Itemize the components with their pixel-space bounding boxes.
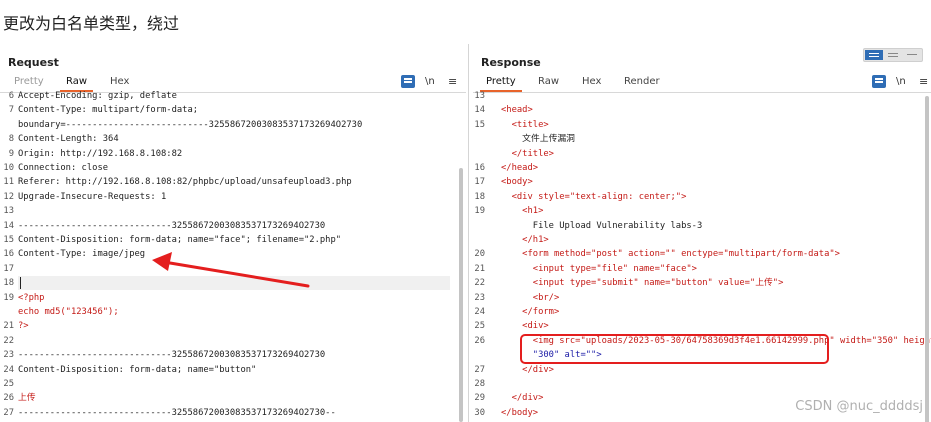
response-code-line: 28 xyxy=(473,377,501,391)
line-number: 19 xyxy=(474,206,485,217)
response-code-line: 24 </form> xyxy=(473,305,559,319)
code-text: </h1> xyxy=(501,235,549,245)
annotation-arrow xyxy=(152,252,310,288)
response-menu-icon[interactable]: ≡ xyxy=(919,75,928,88)
response-code-line: 25 <div> xyxy=(473,319,549,333)
response-format-icon[interactable] xyxy=(872,75,886,88)
line-number: 16 xyxy=(474,163,485,173)
code-text: 文件上传漏洞 xyxy=(501,134,575,145)
line-number: 29 xyxy=(474,393,485,404)
code-text: </div> xyxy=(501,364,554,375)
code-text: <body> xyxy=(501,177,533,188)
line-number: 25 xyxy=(474,321,485,332)
response-code-line: </title> xyxy=(473,147,554,161)
response-code-line: 18 <div style="text-align: center;"> xyxy=(473,190,686,204)
response-newline-toggle[interactable]: \n xyxy=(896,76,906,87)
response-code-line: 13 xyxy=(473,89,501,103)
line-number: 17 xyxy=(474,177,485,188)
response-code-line: 21 <input type="file" name="face"> xyxy=(473,262,697,276)
line-number: 21 xyxy=(474,263,485,274)
response-code-line: 23 <br/> xyxy=(473,291,559,305)
response-code-line: 22 <input type="submit" name="button" va… xyxy=(473,276,783,290)
code-text: <div> xyxy=(501,321,549,332)
code-text: <input type="file" name="face"> xyxy=(501,263,697,274)
code-text: </head> xyxy=(501,163,539,173)
code-text: File Upload Vulnerability labs-3 xyxy=(501,220,703,231)
code-text: <head> xyxy=(501,105,533,116)
code-text: </form> xyxy=(501,307,560,317)
line-number: 13 xyxy=(474,91,485,101)
code-text: </title> xyxy=(501,148,554,159)
response-code-line: 14 <head> xyxy=(473,103,533,117)
highlight-box xyxy=(520,334,829,364)
request-panel: Request Pretty Raw Hex \n ≡ 6 Accept-Enco… xyxy=(0,44,466,422)
response-code-line: 20 <form method="post" action="" enctype… xyxy=(473,247,840,261)
response-code-line: 19 <h1> xyxy=(473,204,543,218)
line-number: 23 xyxy=(474,292,485,303)
response-code-line: 文件上传漏洞 xyxy=(473,132,575,146)
response-scrollbar[interactable] xyxy=(925,96,929,422)
layout-single-icon[interactable] xyxy=(903,50,921,60)
line-number: 28 xyxy=(474,379,485,389)
response-code-line: 16 </head> xyxy=(473,161,538,175)
response-code-line: File Upload Vulnerability labs-3 xyxy=(473,219,703,233)
watermark: CSDN @nuc_ddddsj xyxy=(795,399,923,414)
response-tab-hex[interactable]: Hex xyxy=(582,76,601,87)
line-number: 22 xyxy=(474,278,485,289)
code-text: <input type="submit" name="button" value… xyxy=(501,278,784,289)
code-text: </div> xyxy=(501,393,544,404)
code-text: <h1> xyxy=(501,206,544,217)
response-title: Response xyxy=(481,56,541,69)
response-code-line: 17 <body> xyxy=(473,175,533,189)
response-tab-pretty[interactable]: Pretty xyxy=(480,76,522,92)
code-text: </body> xyxy=(501,407,539,418)
code-text: <form method="post" action="" enctype="m… xyxy=(501,249,840,260)
response-panel: Response Pretty Raw Hex Render \n ≡ 13 14… xyxy=(473,44,931,422)
line-number: 27 xyxy=(474,364,485,375)
line-number: 15 xyxy=(474,119,485,130)
line-number: 24 xyxy=(474,307,485,317)
layout-stacked-icon[interactable] xyxy=(884,50,902,60)
response-code-line: 30 </body> xyxy=(473,406,538,420)
caption-text: 更改为白名单类型，绕过 xyxy=(3,14,180,33)
line-number: 30 xyxy=(474,407,485,418)
response-code-line: 15 <title> xyxy=(473,118,549,132)
response-code-line: 29 </div> xyxy=(473,391,543,405)
layout-toggle[interactable] xyxy=(863,48,923,62)
response-code-line: </h1> xyxy=(473,233,549,247)
response-editor[interactable]: 13 14 <head> 15 <title> 文件上传漏洞 </title> 16 </… xyxy=(473,91,931,422)
response-tab-raw[interactable]: Raw xyxy=(538,76,559,87)
code-text: <div style="text-align: center;"> xyxy=(501,191,687,202)
code-text: <title> xyxy=(501,119,549,130)
code-text: <br/> xyxy=(501,292,560,303)
line-number: 20 xyxy=(474,249,485,260)
response-code-line: 27 </div> xyxy=(473,363,554,377)
panel-divider[interactable] xyxy=(468,44,469,422)
layout-side-by-side-icon[interactable] xyxy=(865,50,883,60)
line-number: 26 xyxy=(474,335,485,346)
response-tab-render[interactable]: Render xyxy=(624,76,660,87)
line-number: 14 xyxy=(474,105,485,116)
response-tabs: Pretty Raw Hex Render \n ≡ xyxy=(473,74,931,93)
line-number: 18 xyxy=(474,191,485,202)
